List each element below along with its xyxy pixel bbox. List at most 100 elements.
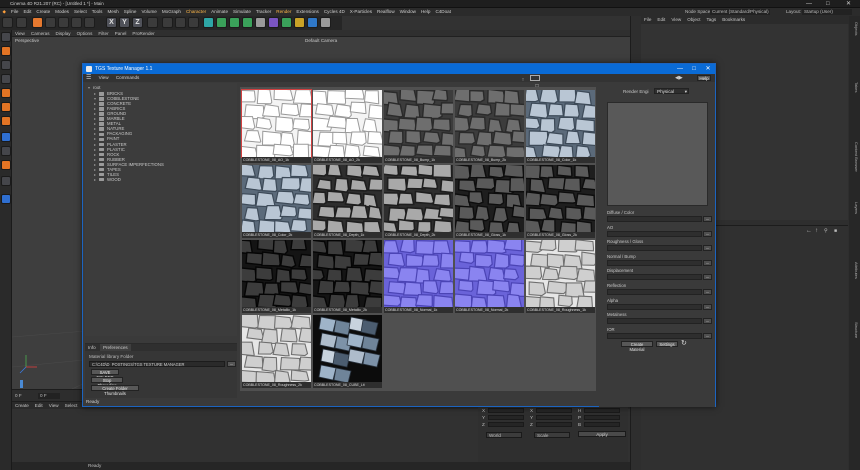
menu-volume[interactable]: Volume — [139, 8, 159, 16]
close-button[interactable]: ✕ — [846, 0, 851, 8]
coord-field[interactable] — [488, 415, 524, 420]
tree-folder-item[interactable]: ▸ WOOD — [94, 177, 121, 182]
layout-select[interactable]: Startup (User) — [802, 9, 852, 15]
viewport-menu-prorender[interactable]: ProRender — [129, 30, 157, 37]
expand-toggle-icon[interactable]: ▸ — [94, 136, 98, 141]
live-selection-icon[interactable] — [32, 17, 43, 28]
expand-toggle-icon[interactable]: ▸ — [94, 162, 98, 167]
expand-toggle-icon[interactable]: ▸ — [94, 116, 98, 121]
make-editable-icon[interactable] — [1, 32, 11, 42]
expand-toggle-icon[interactable]: ▸ — [94, 121, 98, 126]
menu-select[interactable]: Select — [71, 8, 89, 16]
cloner-icon[interactable] — [242, 17, 253, 28]
coordinate-system-icon[interactable] — [147, 17, 158, 28]
channel-path-field[interactable] — [607, 230, 702, 237]
menu-animate[interactable]: Animate — [209, 8, 231, 16]
refresh-icon[interactable]: ↻ — [681, 339, 687, 347]
menu-tools[interactable]: Tools — [89, 8, 105, 16]
layout-icon[interactable] — [530, 75, 541, 81]
dialog-maximize-button[interactable]: □ — [687, 64, 701, 74]
polygons-mode-icon[interactable] — [1, 116, 11, 126]
create-thumbnails-button[interactable]: Create Folder Thumbnails — [91, 385, 139, 396]
apply-button[interactable]: Apply — [578, 431, 626, 437]
quantize-icon[interactable] — [1, 176, 11, 186]
channel-browse-button[interactable]: ... — [703, 274, 712, 281]
render-region-icon[interactable] — [175, 17, 186, 28]
expand-toggle-icon[interactable]: ▸ — [94, 126, 98, 131]
scale-icon[interactable] — [58, 17, 69, 28]
coord-field[interactable] — [488, 408, 524, 413]
channel-path-field[interactable] — [607, 216, 702, 222]
up-arrow-icon[interactable]: ↑ — [815, 228, 818, 234]
texture-thumbnail[interactable]: COBBLESTONE_08_AO_1k — [237, 88, 318, 164]
channel-path-field[interactable] — [607, 318, 702, 325]
move-icon[interactable] — [45, 17, 56, 28]
expand-icon[interactable]: ▾ — [88, 85, 92, 90]
coord-field[interactable] — [584, 422, 620, 427]
dialog-minimize-button[interactable]: — — [673, 64, 687, 74]
object-menu-tags[interactable]: Tags — [703, 16, 719, 24]
expand-toggle-icon[interactable]: ▸ — [94, 152, 98, 157]
volume-icon[interactable] — [255, 17, 266, 28]
points-mode-icon[interactable] — [1, 88, 11, 98]
menu-character[interactable]: Character — [183, 8, 208, 16]
viewport-menu-view[interactable]: View — [12, 30, 28, 37]
channel-path-field[interactable] — [607, 332, 702, 339]
menu-edit[interactable]: Edit — [21, 8, 34, 16]
side-tab-content-browser[interactable]: Content Browser — [850, 142, 859, 172]
expand-toggle-icon[interactable]: ▸ — [94, 142, 98, 147]
channel-browse-button[interactable]: ... — [703, 303, 712, 310]
channel-browse-button[interactable]: ... — [703, 259, 712, 266]
viewport-camera[interactable]: Default Camera — [305, 38, 337, 43]
c4d-logo-icon[interactable]: ◆ — [0, 8, 9, 16]
expand-toggle-icon[interactable]: ▸ — [94, 157, 98, 162]
help-button[interactable]: Help — [697, 75, 711, 81]
coord-field[interactable] — [584, 408, 620, 413]
channel-browse-button[interactable]: ... — [703, 230, 712, 237]
model-mode-icon[interactable] — [1, 46, 11, 56]
menu-render[interactable]: Render — [274, 8, 294, 16]
browse-button[interactable]: ... — [227, 361, 236, 367]
menu-commands[interactable]: Commands — [113, 74, 143, 82]
edges-mode-icon[interactable] — [1, 102, 11, 112]
settings-button[interactable]: Settings — [656, 341, 678, 347]
menu-x-particles[interactable]: X-Particles — [347, 8, 374, 16]
undo-icon[interactable] — [2, 17, 13, 28]
menu-realflow[interactable]: Realflow — [375, 8, 398, 16]
lock-icon[interactable]: ■ — [834, 228, 837, 234]
x-axis-icon[interactable]: X — [106, 17, 117, 28]
coord-field[interactable] — [536, 422, 572, 427]
viewport-menu-panel[interactable]: Panel — [112, 30, 130, 37]
channel-path-field[interactable] — [607, 274, 702, 281]
channel-path-field[interactable] — [607, 303, 702, 310]
menu-view[interactable]: View — [96, 74, 112, 82]
object-menu-bookmarks[interactable]: Bookmarks — [719, 16, 748, 24]
expand-toggle-icon[interactable]: ▾ — [94, 96, 98, 101]
cube-icon[interactable] — [203, 17, 214, 28]
object-menu-edit[interactable]: Edit — [654, 16, 668, 24]
menu-spline[interactable]: Spline — [121, 8, 139, 16]
expand-toggle-icon[interactable]: ▸ — [94, 131, 98, 136]
side-tab-objects[interactable]: Objects — [850, 22, 859, 36]
camera-icon[interactable] — [307, 17, 318, 28]
channel-browse-button[interactable]: ... — [703, 289, 712, 295]
render-settings-icon[interactable] — [188, 17, 199, 28]
texture-thumbnail[interactable]: COBBLESTONE_08_Bump_2k — [451, 87, 529, 164]
snap-icon[interactable] — [1, 160, 11, 170]
subdivision-icon[interactable] — [229, 17, 240, 28]
texture-thumbnail[interactable]: COBBLESTONE_08_Gloss_1k — [450, 163, 528, 239]
menu-file[interactable]: File — [9, 8, 21, 16]
viewport-menu-options[interactable]: Options — [74, 30, 96, 37]
menu-tracker[interactable]: Tracker — [253, 8, 273, 16]
back-arrow-icon[interactable]: ← — [806, 228, 812, 234]
channel-path-field[interactable] — [607, 259, 702, 266]
dialog-close-button[interactable]: ✕ — [701, 64, 715, 74]
library-path-input[interactable]: C:\C4D\D_POSTINGS\TGS TEXTURE MANAGER — [89, 361, 225, 367]
channel-browse-button[interactable]: ... — [703, 332, 712, 339]
texture-mode-icon[interactable] — [1, 60, 11, 70]
menu-simulate[interactable]: Simulate — [231, 8, 254, 16]
coord-field[interactable] — [488, 422, 524, 427]
texture-thumbnail[interactable]: COBBLESTONE_08_Depth_1k — [309, 163, 386, 239]
channel-browse-button[interactable]: ... — [703, 318, 712, 325]
tab-preferences[interactable]: Preferences — [99, 344, 131, 351]
